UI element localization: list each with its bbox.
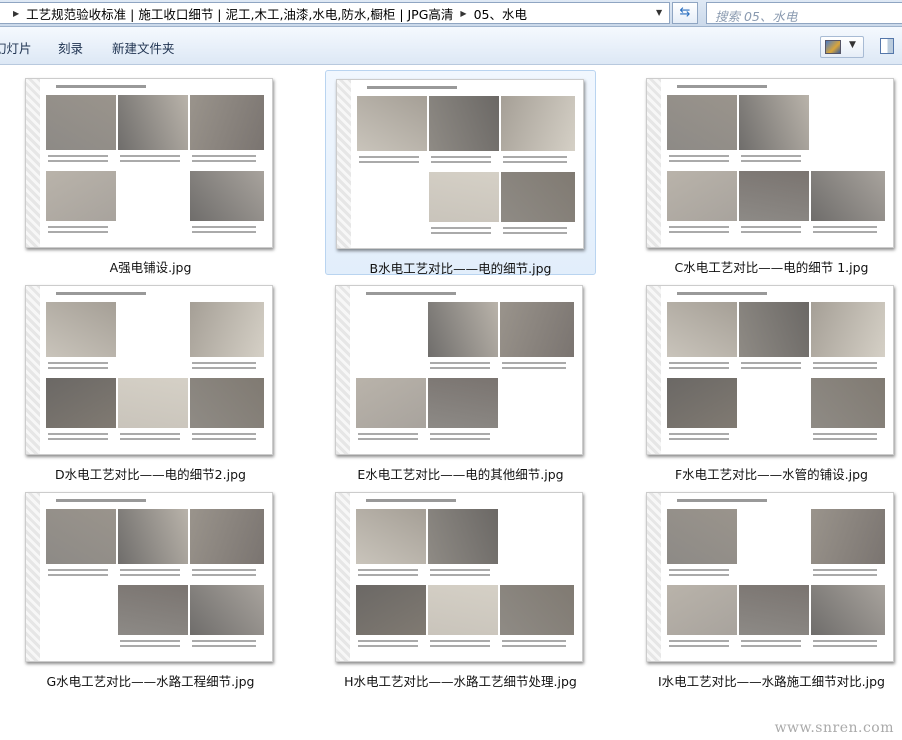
file-item[interactable]: A强电铺设.jpg — [15, 70, 286, 275]
breadcrumb-arrow-icon[interactable]: ▶ — [13, 9, 19, 18]
file-name: D水电工艺对比——电的细节2.jpg — [55, 467, 246, 482]
image-thumbnail — [25, 285, 273, 455]
refresh-icon[interactable]: ⇆ — [672, 2, 698, 24]
image-thumbnail — [646, 285, 894, 455]
file-item[interactable]: B水电工艺对比——电的细节.jpg — [325, 70, 596, 276]
search-input[interactable]: 搜索 05、水电 — [706, 2, 902, 24]
file-name: E水电工艺对比——电的其他细节.jpg — [357, 467, 564, 482]
image-thumbnail — [646, 78, 894, 248]
file-name: I水电工艺对比——水路施工细节对比.jpg — [657, 674, 885, 689]
image-thumbnail — [336, 79, 584, 249]
breadcrumb-current[interactable]: 05、水电 — [474, 4, 527, 23]
file-name: B水电工艺对比——电的细节.jpg — [369, 261, 552, 276]
file-item[interactable]: C水电工艺对比——电的细节 1.jpg — [636, 70, 902, 275]
burn-button[interactable]: 刻录 — [58, 38, 83, 57]
file-item[interactable]: I水电工艺对比——水路施工细节对比.jpg — [636, 484, 902, 689]
watermark: www.snren.com — [774, 720, 894, 736]
view-icon — [825, 40, 841, 54]
file-name: G水电工艺对比——水路工程细节.jpg — [46, 674, 255, 689]
file-item[interactable]: G水电工艺对比——水路工程细节.jpg — [15, 484, 286, 689]
address-bar-area: ▶ 工艺规范验收标准 | 施工收口细节 | 泥工,木工,油漆,水电,防水,橱柜 … — [0, 0, 902, 27]
breadcrumb-parent[interactable]: 工艺规范验收标准 | 施工收口细节 | 泥工,木工,油漆,水电,防水,橱柜 | … — [26, 4, 453, 23]
image-thumbnail — [646, 492, 894, 662]
new-folder-button[interactable]: 新建文件夹 — [112, 38, 175, 57]
change-view-button[interactable]: ▼ — [820, 36, 864, 58]
chevron-down-icon[interactable]: ▼ — [849, 40, 856, 50]
image-thumbnail — [25, 492, 273, 662]
file-item[interactable]: F水电工艺对比——水管的铺设.jpg — [636, 277, 902, 482]
file-item[interactable]: D水电工艺对比——电的细节2.jpg — [15, 277, 286, 482]
address-bar[interactable]: ▶ 工艺规范验收标准 | 施工收口细节 | 泥工,木工,油漆,水电,防水,橱柜 … — [0, 2, 670, 24]
file-name: A强电铺设.jpg — [109, 260, 192, 275]
file-name: C水电工艺对比——电的细节 1.jpg — [674, 260, 869, 275]
command-bar: 幻灯片 刻录 新建文件夹 ▼ — [0, 27, 902, 65]
file-name: H水电工艺对比——水路工艺细节处理.jpg — [344, 674, 577, 689]
breadcrumb-arrow-icon[interactable]: ▶ — [460, 9, 466, 18]
file-item[interactable]: E水电工艺对比——电的其他细节.jpg — [325, 277, 596, 482]
preview-pane-icon[interactable] — [880, 38, 894, 54]
image-thumbnail — [25, 78, 273, 248]
file-item[interactable]: H水电工艺对比——水路工艺细节处理.jpg — [325, 484, 596, 689]
address-dropdown-icon[interactable]: ▼ — [656, 8, 662, 17]
file-name: F水电工艺对比——水管的铺设.jpg — [674, 467, 868, 482]
slideshow-button[interactable]: 幻灯片 — [0, 38, 32, 57]
image-thumbnail — [335, 285, 583, 455]
image-thumbnail — [335, 492, 583, 662]
